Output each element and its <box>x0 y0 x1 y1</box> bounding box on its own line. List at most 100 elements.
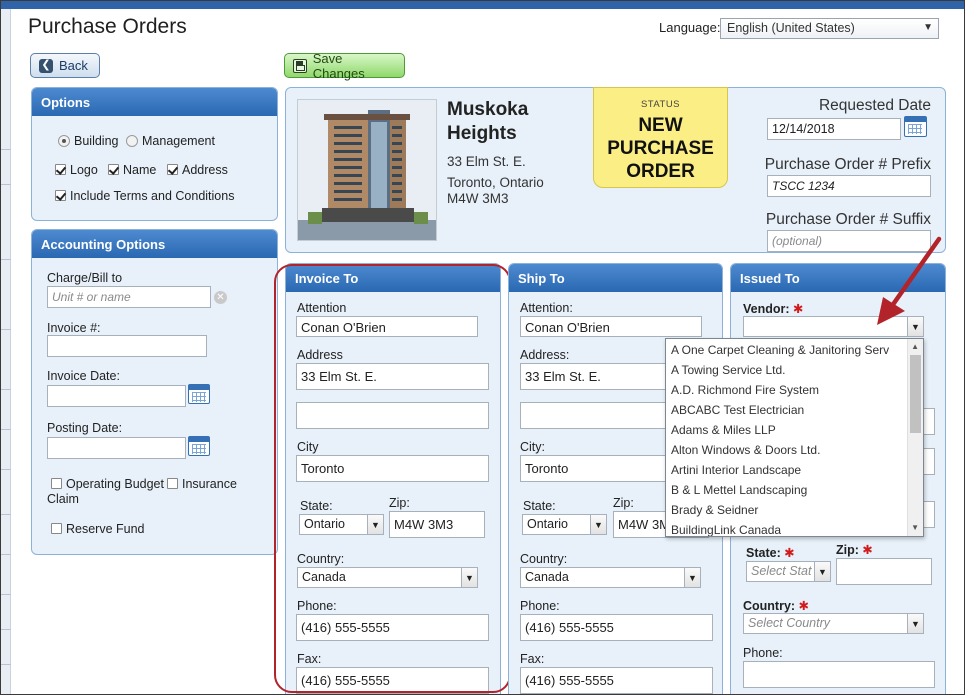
building-radio-label: Building <box>74 134 119 148</box>
checkbox-checked-icon <box>108 164 119 175</box>
save-button-label: Save Changes <box>312 50 365 81</box>
accounting-panel-title: Accounting Options <box>32 230 277 258</box>
issued-phone-input[interactable] <box>743 661 935 688</box>
management-radio-label: Management <box>142 134 215 148</box>
ship-country-label: Country: <box>520 552 568 566</box>
reserve-fund-checkbox[interactable]: Reserve Fund <box>51 522 145 536</box>
checkbox-checked-icon <box>55 164 66 175</box>
top-accent-bar <box>1 1 964 9</box>
annotation-arrow-icon <box>877 236 942 325</box>
vendor-option[interactable]: ABCABC Test Electrician <box>671 403 804 417</box>
ship-city-label: City: <box>520 440 545 454</box>
language-label: Language: <box>659 20 721 35</box>
page-title: Purchase Orders <box>28 15 187 38</box>
chevron-down-icon: ▼ <box>923 22 933 33</box>
ship-attention-input[interactable]: Conan O'Brien <box>520 316 702 337</box>
management-radio[interactable]: Management <box>126 134 215 148</box>
ship-phone-label: Phone: <box>520 599 560 613</box>
checkbox-icon <box>167 478 178 489</box>
claim-label: Claim <box>47 492 79 506</box>
operating-budget-label: Operating Budget <box>66 477 164 491</box>
posting-date-label: Posting Date: <box>47 421 123 435</box>
required-asterisk-icon: ✱ <box>793 302 804 316</box>
vendor-option[interactable]: Brady & Seidner <box>671 503 758 517</box>
logo-checkbox-label: Logo <box>70 163 98 177</box>
vendor-option[interactable]: BuildingLink Canada <box>671 523 781 536</box>
insurance-label: Insurance <box>182 477 237 491</box>
requested-date-label: Requested Date <box>818 97 931 114</box>
ship-country-select[interactable]: Canada ▼ <box>520 567 701 588</box>
requested-date-input[interactable]: 12/14/2018 <box>767 118 901 140</box>
chevron-down-icon: ▼ <box>814 562 830 581</box>
status-badge: STATUS NEW PURCHASE ORDER <box>593 87 728 188</box>
calendar-icon[interactable] <box>188 384 210 404</box>
building-image <box>297 99 437 241</box>
issued-country-select[interactable]: Select Country ▼ <box>743 613 924 634</box>
back-arrow-icon: ❮ <box>39 58 53 73</box>
language-select[interactable]: English (United States) ▼ <box>720 18 939 39</box>
issued-state-label: State: ✱ <box>746 546 795 560</box>
issued-zip-label: Zip: ✱ <box>836 543 873 557</box>
scrollbar-thumb[interactable] <box>910 355 921 433</box>
ship-phone-input[interactable]: (416) 555-5555 <box>520 614 713 641</box>
ship-country-value: Canada <box>525 570 569 584</box>
highlight-circle <box>274 264 511 693</box>
vendor-option[interactable]: Artini Interior Landscape <box>671 463 801 477</box>
scroll-up-icon[interactable]: ▲ <box>911 342 919 351</box>
vendor-option[interactable]: B & L Mettel Landscaping <box>671 483 807 497</box>
language-value: English (United States) <box>727 21 855 35</box>
save-changes-button[interactable]: Save Changes <box>284 50 405 81</box>
checkbox-icon <box>51 523 62 534</box>
scroll-down-icon[interactable]: ▼ <box>911 523 919 532</box>
terms-checkbox[interactable]: Include Terms and Conditions <box>55 189 234 203</box>
po-prefix-input[interactable]: TSCC 1234 <box>767 175 931 197</box>
vendor-option[interactable]: A Towing Service Ltd. <box>671 363 786 377</box>
charge-bill-input[interactable]: Unit # or name <box>47 286 211 308</box>
operating-budget-checkbox[interactable]: Operating Budget <box>51 477 164 491</box>
ship-attention-label: Attention: <box>520 301 573 315</box>
building-radio[interactable]: Building <box>58 134 118 148</box>
ship-fax-label: Fax: <box>520 652 545 666</box>
checkbox-checked-icon <box>167 164 178 175</box>
dropdown-scrollbar[interactable]: ▲ ▼ <box>907 339 923 536</box>
invoice-date-label: Invoice Date: <box>47 369 120 383</box>
invoice-number-input[interactable] <box>47 335 207 357</box>
calendar-icon[interactable] <box>904 116 927 137</box>
ship-state-select[interactable]: Ontario ▼ <box>522 514 607 535</box>
po-prefix-label: Purchase Order # Prefix <box>764 156 931 173</box>
ship-address-label: Address: <box>520 348 570 362</box>
logo-checkbox[interactable]: Logo <box>55 163 98 177</box>
building-name: Muskoka Heights <box>447 99 529 144</box>
status-label: STATUS <box>640 99 681 110</box>
address-checkbox-label: Address <box>182 163 228 177</box>
issued-country-placeholder: Select Country <box>748 616 830 630</box>
building-address-line2: Toronto, Ontario <box>447 175 544 190</box>
back-button-label: Back <box>59 58 88 73</box>
ship-to-title: Ship To <box>509 264 722 292</box>
clear-icon[interactable]: ✕ <box>214 291 227 304</box>
calendar-icon[interactable] <box>188 436 210 456</box>
invoice-date-input[interactable] <box>47 385 186 407</box>
chevron-down-icon: ▼ <box>684 568 700 587</box>
checkbox-checked-icon <box>55 190 66 201</box>
building-address-line1: 33 Elm St. E. <box>447 154 526 169</box>
issued-zip-input[interactable] <box>836 558 932 585</box>
left-edge-strip <box>1 9 11 694</box>
back-button[interactable]: ❮ Back <box>30 53 100 78</box>
issued-state-select[interactable]: Select Stat ▼ <box>746 561 831 582</box>
name-checkbox[interactable]: Name <box>108 163 156 177</box>
address-checkbox[interactable]: Address <box>167 163 228 177</box>
vendor-dropdown-list[interactable]: A One Carpet Cleaning & Janitoring Serv … <box>665 338 924 537</box>
chevron-down-icon: ▼ <box>907 614 923 633</box>
vendor-option[interactable]: Alton Windows & Doors Ltd. <box>671 443 820 457</box>
posting-date-input[interactable] <box>47 437 186 459</box>
issued-country-label: Country: ✱ <box>743 599 810 613</box>
app-window: Purchase Orders Language: English (Unite… <box>0 0 965 695</box>
vendor-option[interactable]: A One Carpet Cleaning & Janitoring Serv <box>671 343 889 357</box>
insurance-claim-checkbox[interactable]: Insurance <box>167 477 237 491</box>
options-panel-title: Options <box>32 88 277 116</box>
ship-fax-input[interactable]: (416) 555-5555 <box>520 667 713 694</box>
vendor-option[interactable]: A.D. Richmond Fire System <box>671 383 819 397</box>
vendor-option[interactable]: Adams & Miles LLP <box>671 423 776 437</box>
issued-phone-label: Phone: <box>743 646 783 660</box>
